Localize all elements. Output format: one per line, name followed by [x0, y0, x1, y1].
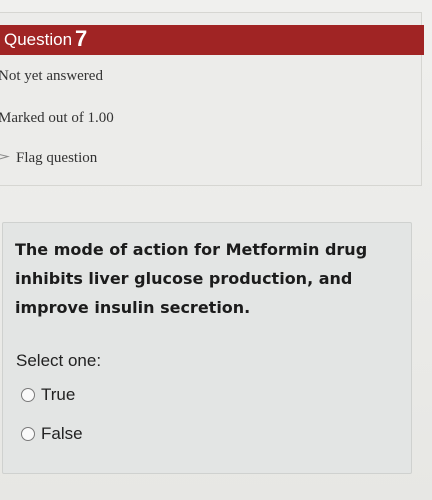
option-false[interactable]: False	[21, 424, 83, 444]
question-header: Question 7	[0, 25, 424, 55]
flag-question-label: Flag question	[16, 150, 98, 166]
question-marks: Marked out of 1.00	[0, 110, 114, 126]
select-one-prompt: Select one:	[16, 351, 102, 370]
question-text: The mode of action for Metformin drug in…	[15, 240, 368, 317]
flag-question-link[interactable]: Flag question	[0, 150, 97, 167]
option-true-label: True	[41, 385, 76, 404]
question-label: Question	[4, 30, 73, 49]
question-status: Not yet answered	[0, 68, 103, 84]
flag-icon	[0, 153, 10, 165]
question-number: 7	[75, 26, 88, 51]
radio-button-true[interactable]	[21, 388, 35, 402]
question-content-panel: The mode of action for Metformin drug in…	[2, 222, 412, 474]
radio-button-false[interactable]	[21, 427, 35, 441]
quiz-page: Question 7 Not yet answered Marked out o…	[0, 0, 432, 500]
option-true[interactable]: True	[21, 385, 75, 405]
option-false-label: False	[41, 424, 83, 443]
